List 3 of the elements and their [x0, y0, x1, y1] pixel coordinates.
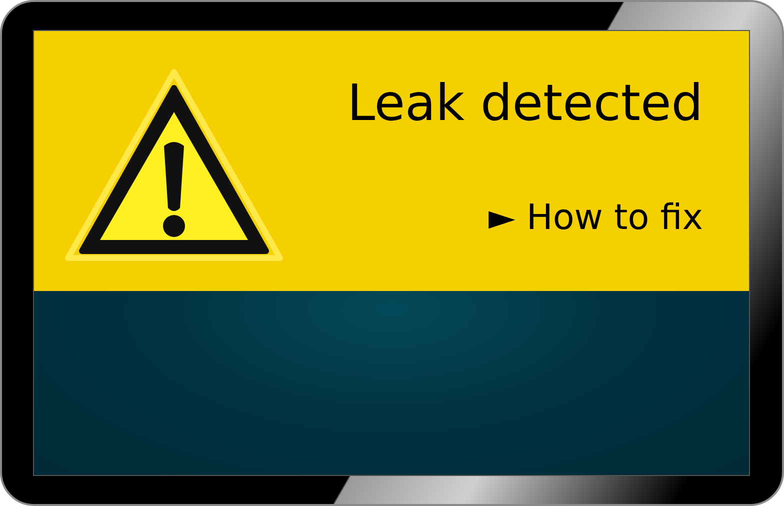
warning-icon	[64, 68, 284, 264]
alert-title: Leak detected	[347, 73, 703, 133]
how-to-fix-link[interactable]: ► How to fix	[488, 196, 703, 240]
